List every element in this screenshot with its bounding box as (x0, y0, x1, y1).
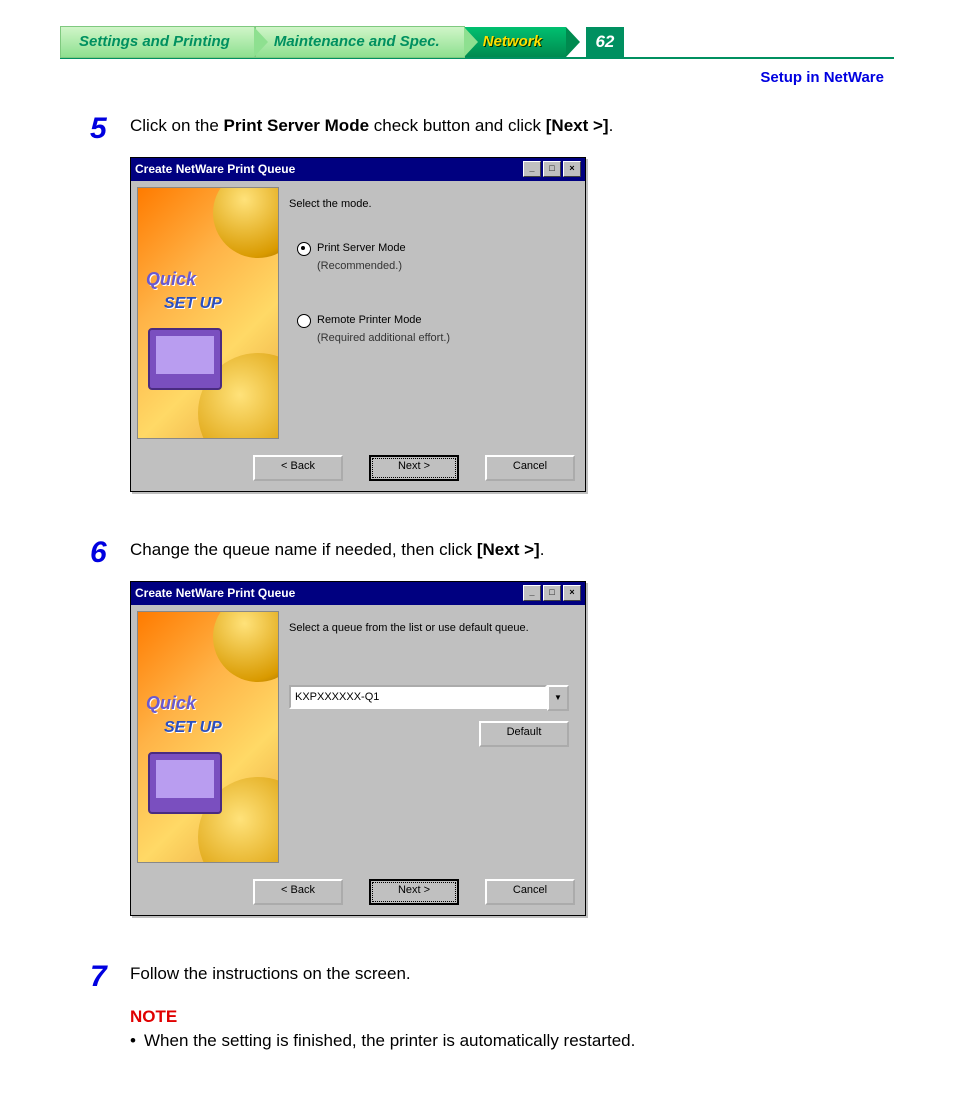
cancel-button[interactable]: Cancel (485, 455, 575, 481)
step-7-body: Follow the instructions on the screen. N… (130, 962, 894, 1054)
section-subhead: Setup in NetWare (0, 59, 954, 86)
queue-prompt: Select a queue from the list or use defa… (289, 621, 569, 637)
dialog-titlebar: Create NetWare Print Queue _ □ × (131, 158, 585, 181)
dialog-select-queue: Create NetWare Print Queue _ □ × QuickSE… (130, 581, 586, 916)
tab-bar: Settings and Printing Maintenance and Sp… (0, 0, 954, 58)
tab-network[interactable]: Network (465, 27, 566, 57)
wizard-sidebar-image: QuickSET UP (137, 187, 279, 439)
mode-prompt: Select the mode. (289, 197, 569, 213)
cancel-button[interactable]: Cancel (485, 879, 575, 905)
dialog-title: Create NetWare Print Queue (135, 585, 521, 602)
dropdown-icon[interactable]: ▼ (547, 685, 569, 711)
page-number: 62 (586, 27, 624, 57)
back-button[interactable]: < Back (253, 879, 343, 905)
close-icon[interactable]: × (563, 161, 581, 177)
minimize-icon[interactable]: _ (523, 161, 541, 177)
minimize-icon[interactable]: _ (523, 585, 541, 601)
next-button[interactable]: Next > (369, 455, 459, 481)
step-5-body: Click on the Print Server Mode check but… (130, 114, 894, 510)
step-6-body: Change the queue name if needed, then cl… (130, 538, 894, 934)
default-button[interactable]: Default (479, 721, 569, 747)
tab-settings[interactable]: Settings and Printing (60, 26, 255, 58)
wizard-sidebar-image: QuickSET UP (137, 611, 279, 863)
maximize-icon[interactable]: □ (543, 585, 561, 601)
next-button[interactable]: Next > (369, 879, 459, 905)
maximize-icon[interactable]: □ (543, 161, 561, 177)
note-heading: NOTE (130, 1005, 894, 1030)
step-number-5: 5 (90, 114, 130, 510)
tab-maintenance[interactable]: Maintenance and Spec. (255, 26, 465, 58)
dialog-titlebar: Create NetWare Print Queue _ □ × (131, 582, 585, 605)
step-number-6: 6 (90, 538, 130, 934)
dialog-title: Create NetWare Print Queue (135, 161, 521, 178)
close-icon[interactable]: × (563, 585, 581, 601)
queue-name-input[interactable] (289, 685, 547, 709)
radio-print-server-mode[interactable] (297, 242, 311, 256)
note-bullet: • When the setting is finished, the prin… (130, 1029, 894, 1054)
radio-remote-printer-mode[interactable] (297, 314, 311, 328)
dialog-select-mode: Create NetWare Print Queue _ □ × QuickSE… (130, 157, 586, 492)
step-number-7: 7 (90, 962, 130, 1054)
back-button[interactable]: < Back (253, 455, 343, 481)
